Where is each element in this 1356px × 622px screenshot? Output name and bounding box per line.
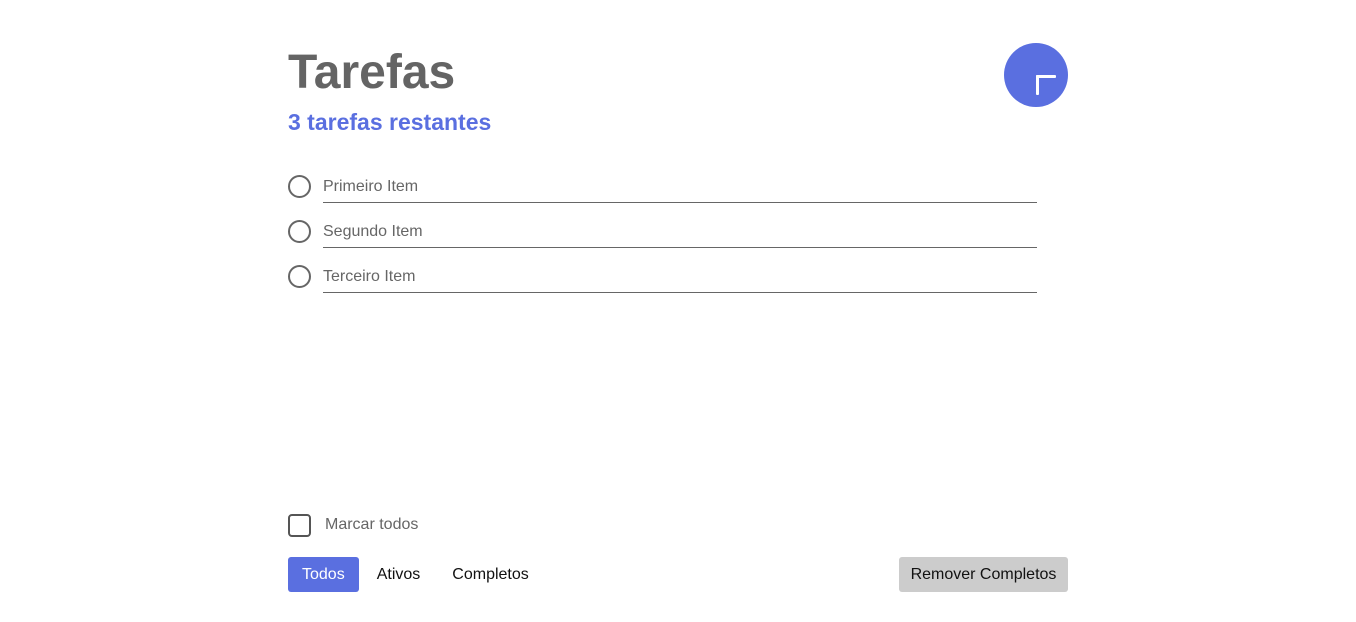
page-title: Tarefas: [288, 46, 456, 99]
todo-toggle-circle-icon[interactable]: [288, 175, 311, 198]
checkbox-icon[interactable]: [288, 513, 311, 537]
filter-bar: Todos Ativos Completos: [288, 557, 547, 592]
todo-app: Tarefas 3 tarefas restantes Marcar todos…: [288, 0, 1068, 622]
todo-item: [288, 210, 1038, 255]
remove-completed-button[interactable]: Remover Completos: [899, 557, 1068, 592]
filter-completed-button[interactable]: Completos: [438, 557, 542, 592]
add-task-button[interactable]: [1004, 43, 1068, 107]
todo-text-field[interactable]: [323, 216, 1037, 248]
todo-item: [288, 165, 1038, 210]
todo-item: [288, 255, 1038, 300]
todo-text-field[interactable]: [323, 171, 1037, 203]
remaining-count: 3 tarefas restantes: [288, 109, 492, 135]
todo-toggle-circle-icon[interactable]: [288, 220, 311, 243]
filter-all-button[interactable]: Todos: [288, 557, 359, 592]
mark-all-label: Marcar todos: [325, 516, 419, 533]
mark-all-toggle[interactable]: Marcar todos: [288, 513, 418, 537]
todo-text-field[interactable]: [323, 261, 1037, 293]
filter-active-button[interactable]: Ativos: [363, 557, 435, 592]
todo-toggle-circle-icon[interactable]: [288, 265, 311, 288]
todo-list: [288, 165, 1038, 300]
